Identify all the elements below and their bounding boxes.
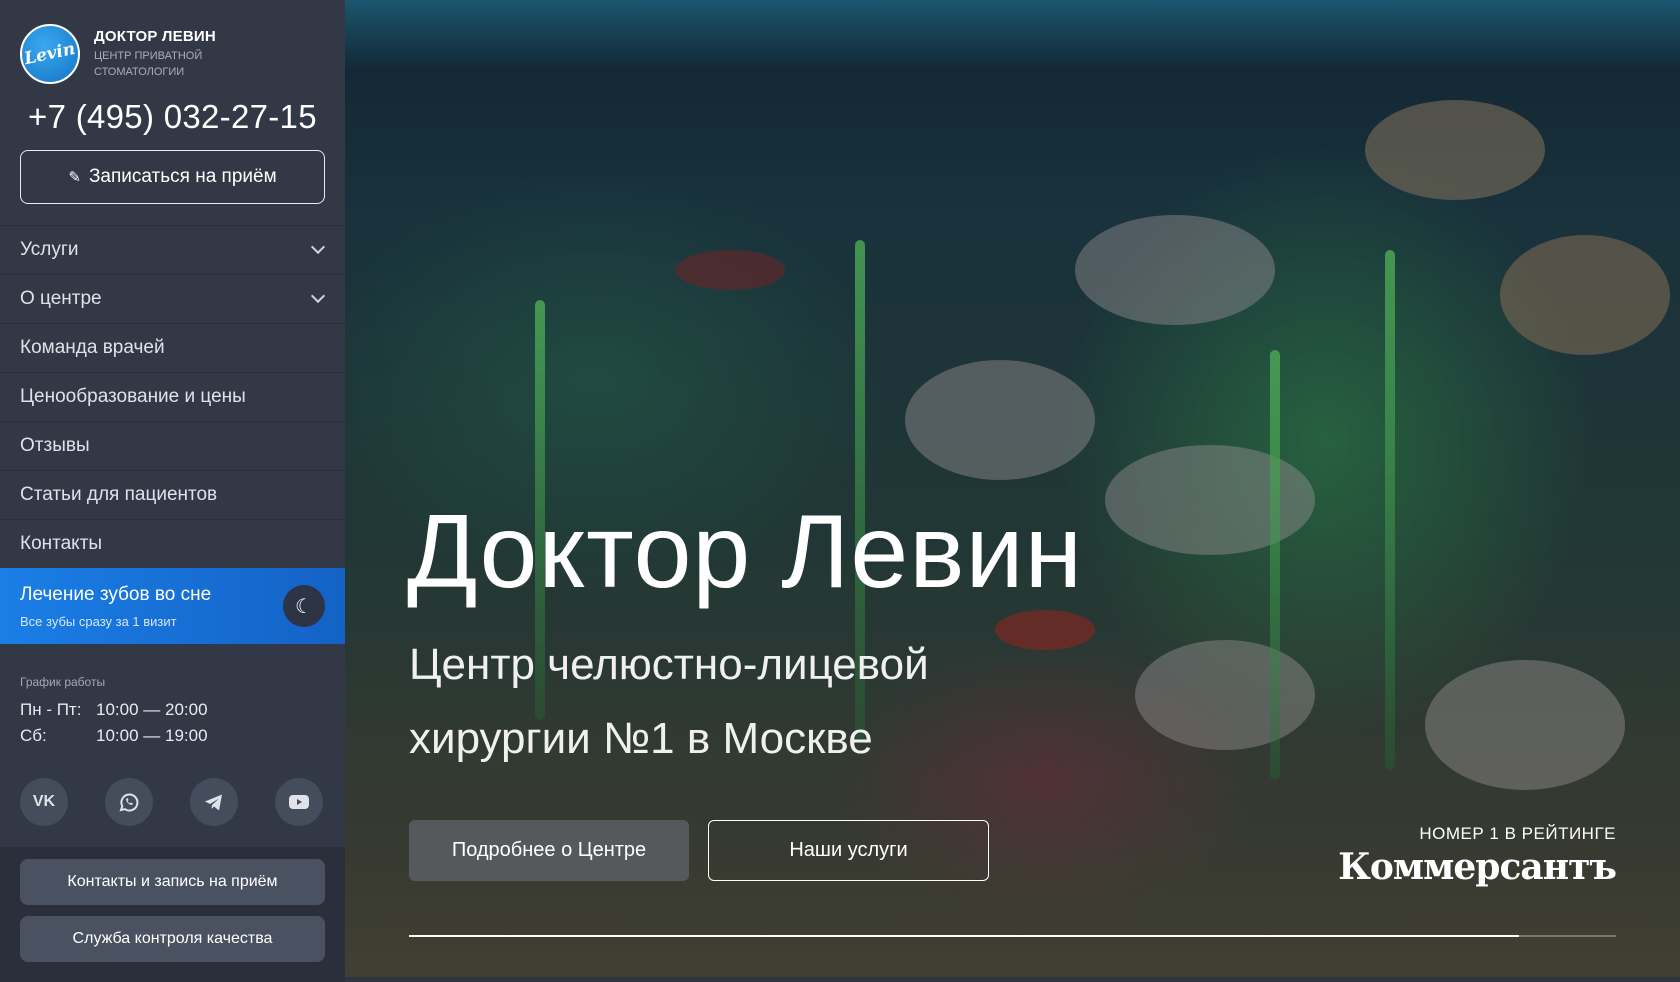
kommersant-logo: Коммерсантъ (1338, 846, 1617, 888)
hero-title: Доктор Левин (407, 494, 1084, 610)
sidebar-bottom-panel: Контакты и запись на приём Служба контро… (0, 847, 345, 982)
contacts-and-booking-button[interactable]: Контакты и запись на приём (20, 859, 325, 905)
book-appointment-label: Записаться на приём (88, 166, 277, 187)
slide-progress-fill (409, 935, 1520, 937)
menu-item-prices[interactable]: Ценообразование и цены (0, 372, 345, 421)
menu-item-reviews[interactable]: Отзывы (0, 421, 345, 470)
brand-text: ДОКТОР ЛЕВИН ЦЕНТР ПРИВАТНОЙ СТОМАТОЛОГИ… (94, 28, 216, 80)
rating-badge: НОМЕР 1 В РЕЙТИНГЕ Коммерсантъ (1338, 824, 1617, 888)
schedule-row: Пн - Пт: 10:00 — 20:00 (20, 700, 208, 719)
schedule-row: Сб: 10:00 — 19:00 (20, 726, 208, 745)
book-appointment-button[interactable]: ✎ Записаться на приём (20, 150, 325, 204)
pen-icon: ✎ (68, 169, 81, 186)
phone-link[interactable]: +7 (495) 032-27-15 (28, 98, 317, 136)
menu-item-articles[interactable]: Статьи для пациентов (0, 470, 345, 519)
rating-label: НОМЕР 1 В РЕЙТИНГЕ (1419, 824, 1616, 843)
menu-item-services[interactable]: Услуги (0, 225, 345, 274)
slide-progress-bar (409, 935, 1616, 937)
chevron-down-icon (310, 288, 326, 304)
brand-subtitle: ЦЕНТР ПРИВАТНОЙ СТОМАТОЛОГИИ (94, 50, 203, 78)
hero-section: Доктор Левин Центр челюстно-лицевой хиру… (345, 0, 1680, 982)
our-services-button[interactable]: Наши услуги (708, 820, 989, 881)
whatsapp-icon[interactable] (105, 778, 153, 826)
promo-subtitle: Все зубы сразу за 1 визит (20, 614, 177, 629)
vk-icon[interactable]: VK (20, 778, 68, 826)
sidebar: Levin ДОКТОР ЛЕВИН ЦЕНТР ПРИВАТНОЙ СТОМА… (0, 0, 345, 982)
menu-item-doctors[interactable]: Команда врачей (0, 323, 345, 372)
schedule: Пн - Пт: 10:00 — 20:00 Сб: 10:00 — 19:00 (20, 697, 208, 749)
brand-logo-link[interactable]: Levin ДОКТОР ЛЕВИН ЦЕНТР ПРИВАТНОЙ СТОМА… (20, 24, 216, 84)
menu-item-contacts[interactable]: Контакты (0, 519, 345, 568)
social-links: VK (20, 778, 360, 826)
telegram-icon[interactable] (190, 778, 238, 826)
quality-control-button[interactable]: Служба контроля качества (20, 916, 325, 962)
schedule-label: График работы (20, 675, 106, 689)
main-menu: Услуги О центре Команда врачей Ценообраз… (0, 225, 345, 568)
moon-icon: ☾ (283, 585, 325, 627)
about-center-button[interactable]: Подробнее о Центре (409, 820, 689, 881)
promo-sleep-treatment[interactable]: Лечение зубов во сне Все зубы сразу за 1… (0, 568, 345, 644)
youtube-icon[interactable] (275, 778, 323, 826)
promo-title: Лечение зубов во сне (20, 584, 212, 605)
brand-name: ДОКТОР ЛЕВИН (94, 28, 216, 45)
hero-subtitle: Центр челюстно-лицевой хирургии №1 в Мос… (409, 640, 929, 763)
menu-item-about[interactable]: О центре (0, 274, 345, 323)
logo: Levin (20, 24, 80, 84)
chevron-down-icon (310, 239, 326, 255)
